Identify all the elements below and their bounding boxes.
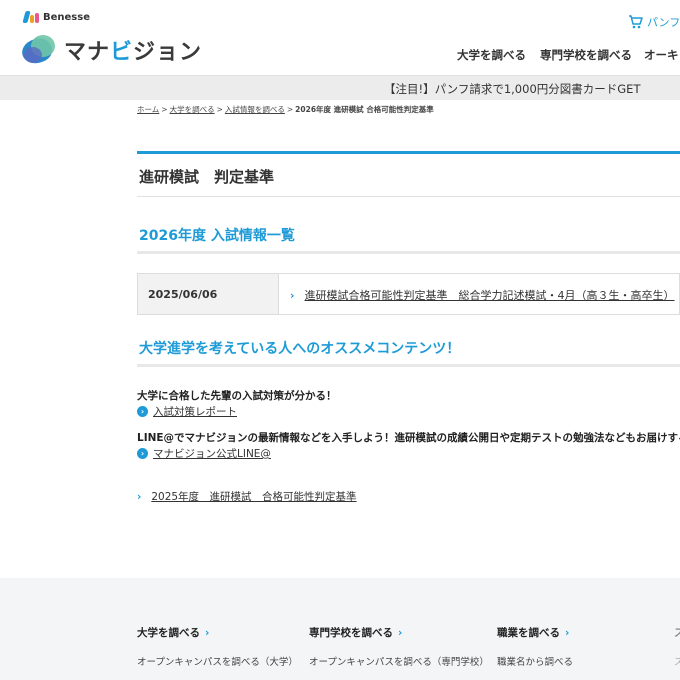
nav-university[interactable]: 大学を調べる <box>457 47 526 63</box>
breadcrumb-exam-info[interactable]: 入試情報を調べる <box>225 105 285 114</box>
cart-icon <box>629 15 643 29</box>
title-divider <box>137 196 680 197</box>
recommend-lead-line: LINE@でマナビジョンの最新情報などを入手しよう！進研模試の成績公開日や定期テ… <box>137 432 680 444</box>
chevron-right-icon: › <box>205 627 210 639</box>
info-date: 2025/06/06 <box>138 274 279 314</box>
breadcrumb-university[interactable]: 大学を調べる <box>170 105 215 114</box>
recommend-link-line[interactable]: › マナビジョン公式LINE@ <box>137 446 271 461</box>
footer-link-university-oc[interactable]: オープンキャンパスを調べる（大学） <box>137 654 298 668</box>
benesse-logo[interactable]: Benesse <box>22 11 90 23</box>
section-rule-recommend <box>137 364 680 367</box>
recommend-link-report[interactable]: › 入試対策レポート <box>137 404 237 419</box>
site-footer: 大学を調べる › オープンキャンパスを調べる（大学） 専門学校を調べる › オープン… <box>0 578 680 680</box>
benesse-mark-icon <box>22 11 40 23</box>
page-title: 進研模試 判定基準 <box>139 168 275 186</box>
chevron-right-icon: › <box>398 627 403 639</box>
breadcrumb: ホーム > 大学を調べる > 入試情報を調べる >2026年度 進研模試 合格可能性判定基… <box>137 105 434 114</box>
footer-link-vocational-oc[interactable]: オープンキャンパスを調べる（専門学校） <box>309 654 489 668</box>
circle-arrow-icon: › <box>137 406 148 417</box>
footer-heading-edge[interactable]: ス <box>674 625 680 640</box>
chevron-right-icon: › <box>565 627 570 639</box>
promo-banner-text: 【注目!】パンフ請求で1,000円分図書カードGET <box>384 82 641 96</box>
chevron-right-icon: › <box>290 289 295 302</box>
breadcrumb-current: 2026年度 進研模試 合格可能性判定基準 <box>295 105 434 114</box>
cart-label: パンフ <box>647 16 680 29</box>
info-table: 2025/06/06 › 進研模試合格可能性判定基準 総合学力記述模試・4月（高３… <box>137 273 680 315</box>
previous-year-link[interactable]: › 2025年度 進研模試 合格可能性判定基準 <box>137 489 357 504</box>
nav-vocational-school[interactable]: 専門学校を調べる <box>540 47 632 63</box>
footer-link-edge[interactable]: ス <box>674 654 680 668</box>
footer-heading-vocational[interactable]: 専門学校を調べる › <box>309 625 402 640</box>
chevron-right-icon: › <box>137 491 142 503</box>
circle-arrow-icon: › <box>137 448 148 459</box>
breadcrumb-home[interactable]: ホーム <box>137 105 159 114</box>
title-accent-bar <box>137 151 680 154</box>
info-link[interactable]: › 進研模試合格可能性判定基準 総合学力記述模試・4月（高３生・高卒生） <box>290 287 675 303</box>
footer-heading-university[interactable]: 大学を調べる › <box>137 625 209 640</box>
section-heading-recommend: 大学進学を考えている人へのオススメコンテンツ！ <box>139 341 461 357</box>
footer-link-job-name[interactable]: 職業名から調べる <box>497 654 573 668</box>
pamphlet-cart-link[interactable]: パンフ <box>628 14 680 30</box>
nav-open-campus[interactable]: オーキャ <box>644 47 680 63</box>
promo-banner[interactable]: 【注目!】パンフ請求で1,000円分図書カードGET <box>0 75 680 100</box>
section-heading-info: 2026年度 入試情報一覧 <box>139 228 295 244</box>
benesse-wordmark: Benesse <box>43 11 90 23</box>
recommend-lead-report: 大学に合格した先輩の入試対策が分かる！ <box>137 390 337 402</box>
main-nav: 大学を調べる 専門学校を調べる オーキャ <box>0 47 680 67</box>
site-header: Benesse マナビジョン パンフ 大学を調べる 専門学校を調べる オーキャ <box>0 0 680 75</box>
section-rule-info <box>137 251 680 254</box>
footer-heading-jobs[interactable]: 職業を調べる › <box>497 625 569 640</box>
